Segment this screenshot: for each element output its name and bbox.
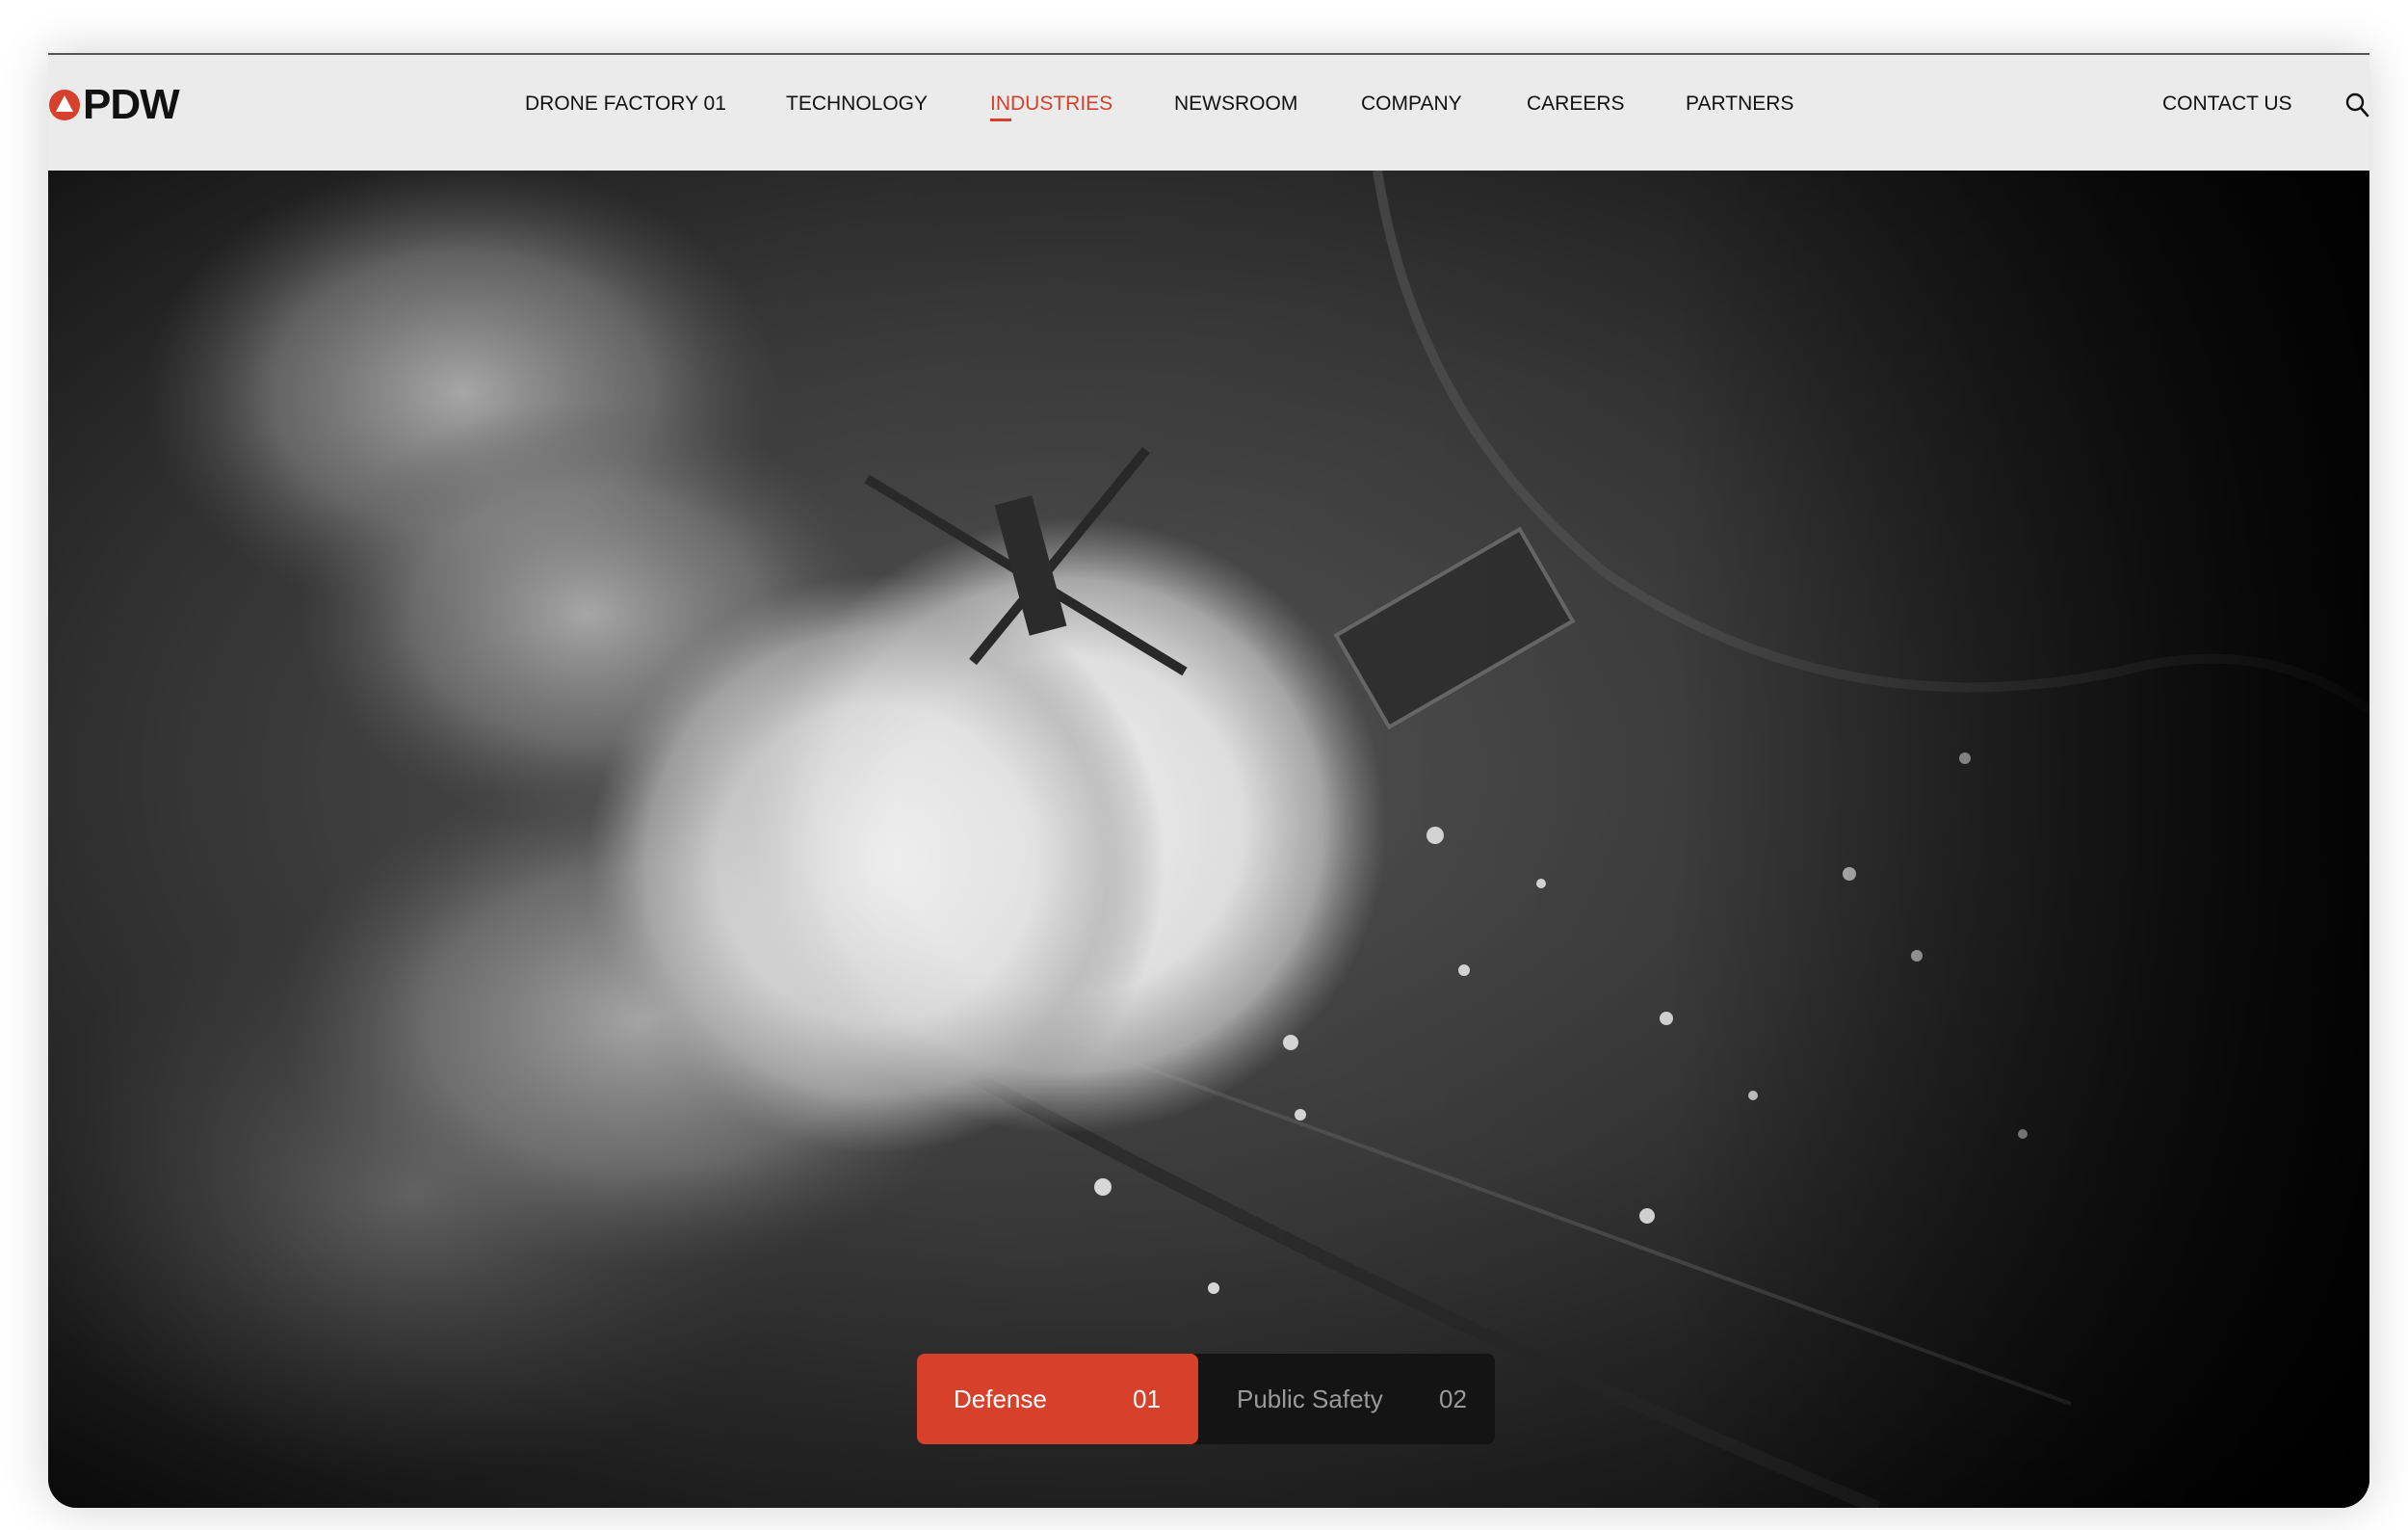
tab-number: 02 [1439,1385,1467,1413]
top-navigation: PDW DRONE FACTORY 01 TECHNOLOGY INDUSTRI… [48,55,2369,171]
tab-label: Defense [954,1385,1047,1413]
nav-item-technology[interactable]: TECHNOLOGY [786,90,928,119]
page-frame: PDW DRONE FACTORY 01 TECHNOLOGY INDUSTRI… [48,53,2369,1508]
nav-item-industries[interactable]: INDUSTRIES [990,90,1112,119]
tab-defense[interactable]: Defense 01 [917,1354,1198,1444]
tab-label: Public Safety [1237,1385,1383,1413]
tab-public-safety[interactable]: Public Safety 02 [1198,1354,1495,1444]
brand-logo[interactable]: PDW [48,81,180,128]
top-border [48,53,2369,55]
nav-item-newsroom[interactable]: NEWSROOM [1174,90,1297,119]
industry-tabs: Defense 01 Public Safety 02 [917,1354,1495,1444]
logo-mark-icon [49,90,80,120]
contact-us-link[interactable]: CONTACT US [2162,90,2292,119]
brand-name: PDW [83,81,180,128]
active-nav-indicator [990,119,1011,121]
tab-number: 01 [1133,1385,1161,1413]
nav-item-careers[interactable]: CAREERS [1527,90,1625,119]
search-icon[interactable] [2344,92,2369,119]
nav-item-partners[interactable]: PARTNERS [1686,90,1793,119]
nav-item-company[interactable]: COMPANY [1361,90,1462,119]
nav-item-drone-factory[interactable]: DRONE FACTORY 01 [525,90,726,119]
hero-image [48,171,2369,1508]
